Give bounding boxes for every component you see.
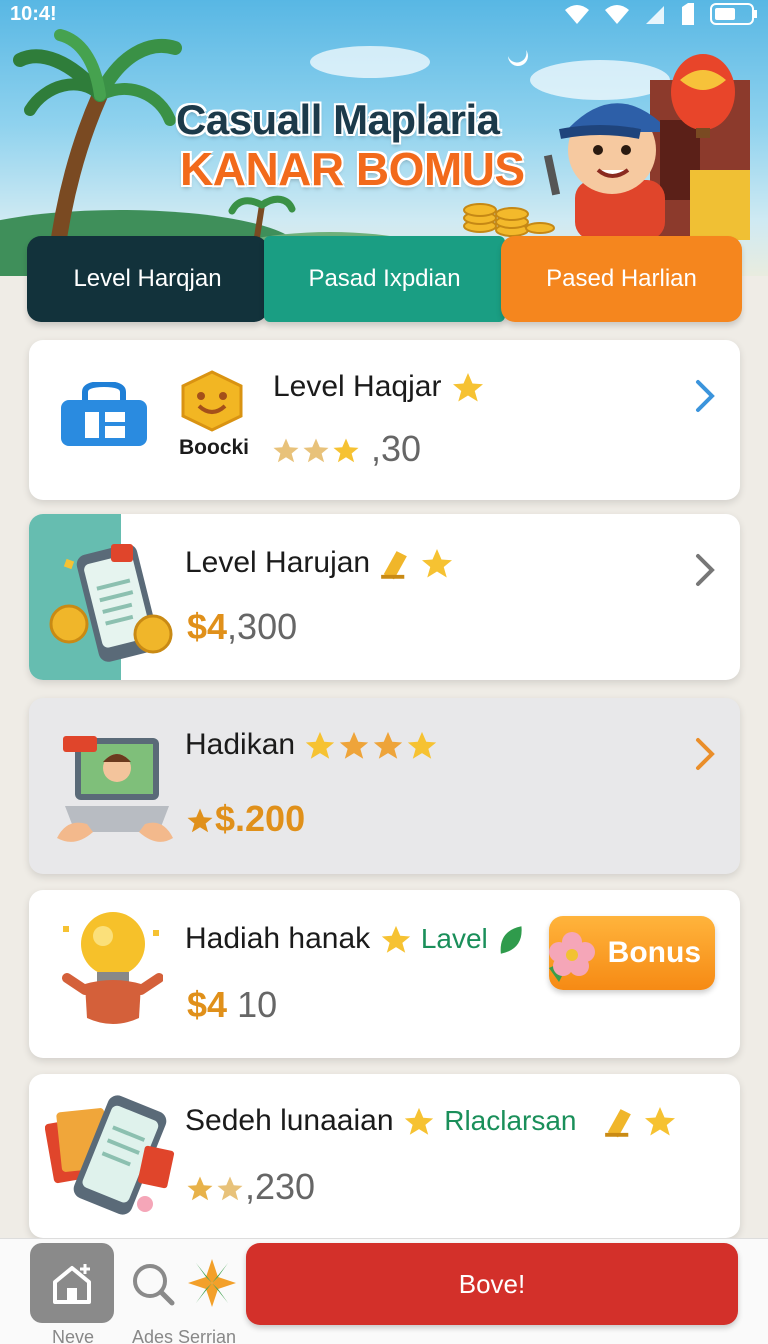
star-icon [381, 925, 410, 953]
battery-icon [710, 3, 757, 25]
home-icon [53, 1264, 91, 1304]
store-icon [61, 382, 147, 446]
coin-stack-icon [381, 551, 408, 580]
status-bar: 10:4! [0, 0, 768, 28]
amount-currency: $4 [187, 606, 228, 647]
amount-currency: $4 [187, 984, 228, 1025]
status-tag: Rlaclarsan [444, 1105, 577, 1136]
star-icon [303, 438, 329, 463]
tab-bar: Level Harqjan Pasad Ixpdian Pased Harlia… [27, 236, 742, 322]
home-label: Neve [52, 1327, 95, 1344]
signal-icon [646, 6, 664, 24]
bottom-nav: Neve Ades Serrian Bove! [0, 1238, 768, 1344]
chevron-right-icon[interactable] [694, 378, 716, 414]
star-icon [217, 1176, 243, 1201]
level-tag: Lavel [420, 923, 488, 954]
flower-icon [188, 1259, 236, 1307]
tab-pasad-ixpdian[interactable]: Pasad Ixpdian [264, 236, 505, 322]
card-amount: ,300 [227, 606, 298, 647]
tab-level-harqjan[interactable]: Level Harqjan [27, 236, 268, 322]
list-item[interactable]: Level Harujan $4,300 [29, 514, 740, 680]
list-item[interactable]: Hadiah hanak Lavel $4 10 Bonus [29, 890, 740, 1058]
star-icon [404, 1107, 434, 1135]
wifi-icon [565, 5, 589, 24]
lightbulb-icon [62, 912, 163, 1024]
card-title: Level Haqjar [273, 370, 442, 403]
bove-button[interactable]: Bove! [246, 1243, 738, 1325]
star-icon [374, 731, 403, 759]
leaf-icon [500, 926, 522, 954]
star-icon [333, 438, 359, 463]
coin-stack-icon [604, 1109, 631, 1138]
badge-label: Boocki [179, 436, 250, 459]
search-label: Ades Serrian [132, 1327, 237, 1344]
chevron-right-icon[interactable] [694, 552, 716, 588]
star-icon [273, 438, 299, 463]
star-icon [452, 373, 483, 402]
bonus-label: Bonus [607, 936, 701, 969]
star-icon [187, 808, 213, 833]
list-item[interactable]: Hadikan $.200 [29, 698, 740, 874]
home-button[interactable] [30, 1243, 114, 1323]
card-amount: ,30 [371, 428, 422, 469]
card-amount: 10 [237, 984, 278, 1025]
card-title: Hadiah hanak [185, 922, 371, 955]
star-icon [187, 1176, 213, 1201]
chevron-right-icon[interactable] [694, 736, 716, 772]
hero-title: Casuall Maplaria [176, 96, 500, 143]
flower-icon [549, 932, 595, 982]
search-icon[interactable] [130, 1261, 176, 1307]
wifi-icon [605, 5, 629, 24]
star-icon [306, 731, 335, 759]
star-icon [644, 1107, 675, 1136]
card-title: Level Harujan [185, 546, 371, 579]
tab-pased-harlian[interactable]: Pased Harlian [501, 236, 742, 322]
status-icons [564, 3, 758, 25]
phone-coins-icon [49, 544, 173, 662]
star-icon [340, 731, 369, 759]
sim-icon [682, 3, 694, 25]
status-time: 10:4! [10, 2, 57, 25]
star-icon [408, 731, 437, 759]
card-amount: ,230 [245, 1166, 316, 1207]
laptop-icon [57, 736, 173, 842]
hero-banner: Casuall Maplaria KANAR BOMUS [0, 0, 768, 276]
phone-cards-icon [45, 1095, 175, 1215]
list-item[interactable]: Sedeh lunaaian Rlaclarsan ,230 [29, 1074, 740, 1238]
hero-subtitle: KANAR BOMUS [180, 143, 525, 195]
card-title: Hadikan [185, 728, 296, 761]
card-amount: $.200 [215, 798, 306, 839]
list-item[interactable]: Boocki Level Haqjar ,30 [29, 340, 740, 500]
star-icon [421, 549, 452, 578]
card-title: Sedeh lunaaian [185, 1104, 394, 1137]
smiley-badge-icon [181, 370, 243, 432]
bonus-button[interactable]: Bonus [549, 916, 715, 990]
